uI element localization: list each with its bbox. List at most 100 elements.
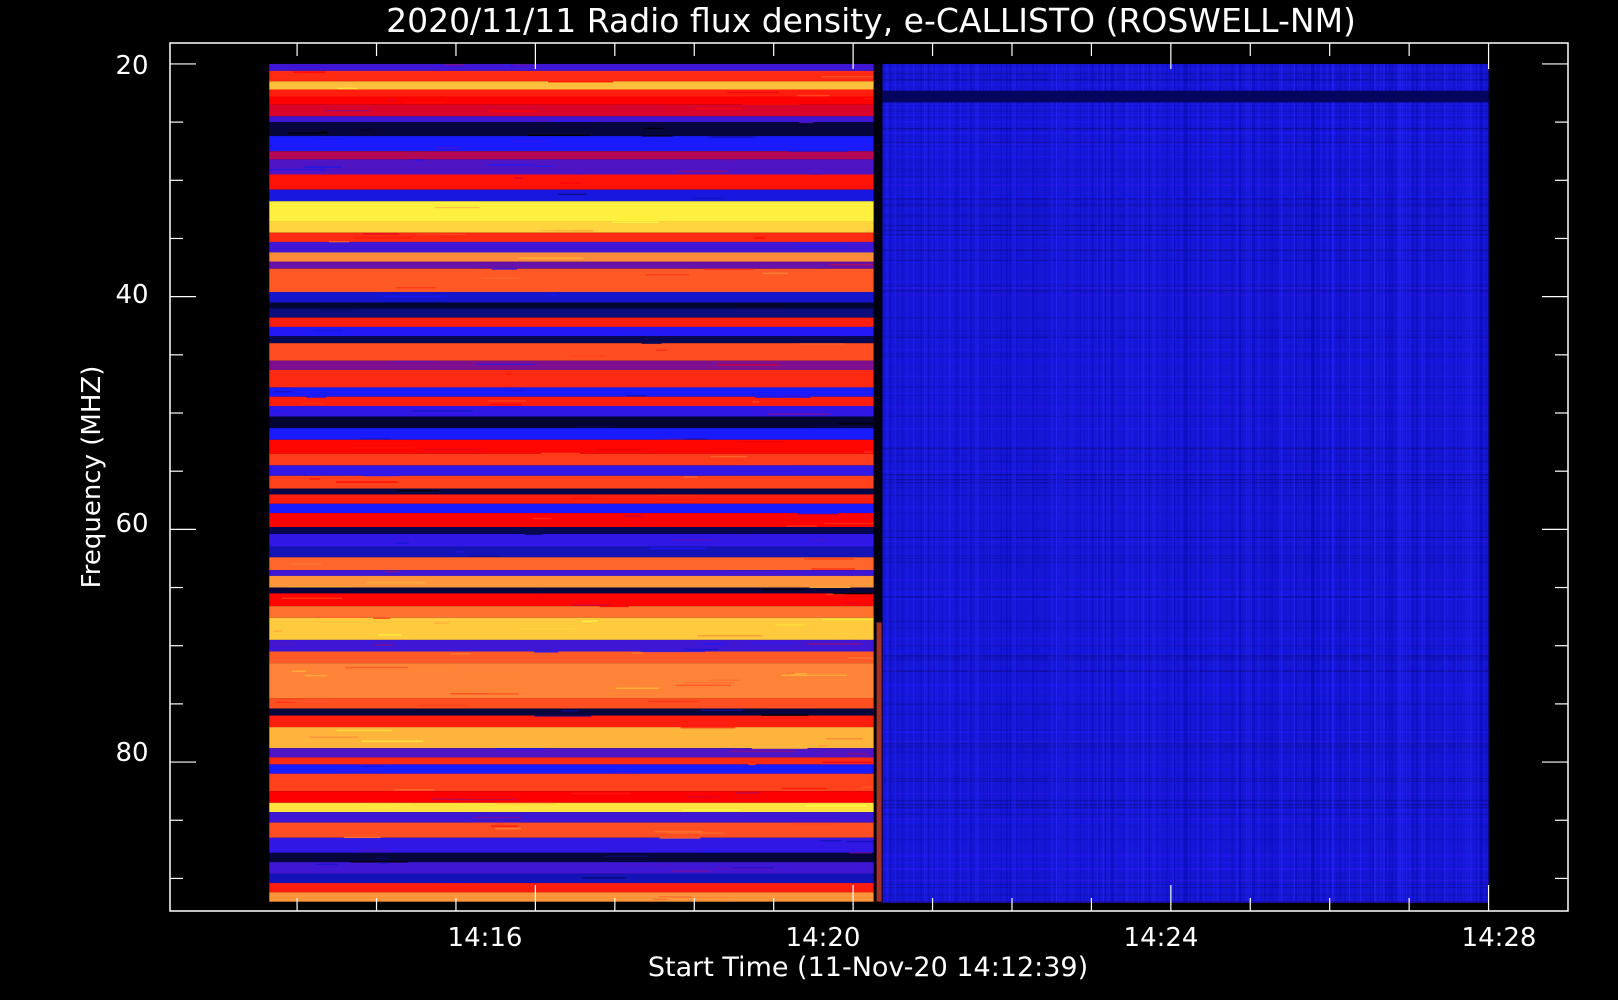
spectrogram-streak	[575, 595, 623, 597]
spectrogram-streak	[694, 107, 743, 110]
quiet-speckle	[1111, 63, 1114, 902]
quiet-speckle	[1372, 63, 1374, 902]
quiet-speckle	[969, 63, 971, 902]
spectrogram-streak	[291, 670, 306, 672]
spectrogram-streak	[352, 446, 415, 449]
spectrogram-streak	[435, 147, 460, 149]
quiet-speckle	[1051, 63, 1053, 902]
quiet-speckle	[1036, 63, 1038, 902]
quiet-speckle	[1281, 63, 1283, 902]
spectrogram-streak	[350, 861, 408, 863]
quiet-speckle	[976, 63, 978, 902]
quiet-speckle	[891, 63, 893, 902]
spectrogram-streak	[534, 165, 553, 168]
quiet-speckle	[1239, 63, 1241, 902]
quiet-speckle	[1072, 63, 1074, 902]
spectrogram-streak	[271, 163, 332, 165]
quiet-speckle	[1166, 63, 1168, 902]
spectrogram-streak	[758, 709, 817, 711]
quiet-speckle	[1428, 63, 1430, 902]
quiet-speckle	[1311, 63, 1313, 902]
x-tick-label: 14:20	[786, 923, 861, 953]
spectrogram-band	[269, 764, 876, 774]
spectrogram-streak	[524, 533, 543, 536]
spectrogram-streak	[514, 177, 523, 179]
spectrogram-band	[269, 241, 876, 253]
spectrogram-streak	[762, 272, 788, 275]
spectrogram-streak	[631, 652, 644, 654]
spectrogram-streak	[273, 390, 293, 393]
spectrogram-streak	[273, 630, 282, 632]
spectrogram-streak	[359, 437, 390, 440]
spectrogram-band	[269, 252, 876, 262]
quiet-speckle	[1424, 63, 1426, 902]
spectrogram-streak	[489, 110, 538, 112]
spectrogram-band	[269, 159, 876, 175]
spectrogram-streak	[753, 237, 766, 239]
spectrogram-streak	[382, 295, 447, 298]
quiet-speckle	[1277, 63, 1279, 902]
spectrogram-streak	[797, 245, 846, 247]
spectrogram-streak	[527, 134, 590, 136]
quiet-speckle	[1203, 63, 1205, 902]
quiet-speckle	[1104, 63, 1106, 902]
quiet-speckle	[1480, 63, 1482, 902]
spectrogram-streak	[698, 851, 720, 853]
quiet-speckle	[1174, 63, 1176, 902]
quiet-speckle	[1126, 63, 1128, 902]
quiet-speckle	[1385, 63, 1387, 902]
spectrogram-streak	[786, 525, 817, 527]
spectrogram-streak	[336, 87, 358, 90]
quiet-speckle	[1236, 63, 1239, 902]
quiet-speckle	[920, 63, 922, 902]
spectrogram-band	[269, 136, 876, 152]
spectrogram-band	[269, 812, 876, 823]
spectrogram-streak	[723, 159, 735, 162]
spectrogram-streak	[818, 744, 828, 747]
spectrogram-band	[269, 122, 876, 137]
spectrogram-streak	[749, 642, 796, 644]
quiet-speckle	[1123, 63, 1125, 902]
spectrogram-streak	[309, 478, 321, 480]
quiet-speckle	[979, 63, 981, 902]
spectrogram-figure: 2020/11/11 Radio flux density, e-CALLIST…	[77, 1, 1569, 983]
quiet-speckle	[1081, 63, 1084, 902]
quiet-speckle	[1257, 63, 1260, 902]
spectrogram-streak	[680, 727, 736, 729]
spectrogram-streak	[395, 542, 409, 544]
spectrogram-streak	[490, 403, 522, 406]
spectrogram-band	[269, 593, 876, 607]
spectrogram-streak	[662, 438, 685, 440]
spectrogram-streak	[778, 394, 807, 397]
spectrogram-streak	[405, 101, 447, 104]
quiet-speckle	[1013, 63, 1016, 902]
spectrogram-streak	[416, 233, 451, 235]
quiet-speckle	[1437, 63, 1439, 902]
quiet-speckle	[1044, 63, 1046, 902]
quiet-speckle	[978, 63, 980, 902]
quiet-speckle	[902, 63, 904, 902]
quiet-speckle	[1474, 63, 1476, 902]
spectrogram-band	[269, 336, 876, 344]
spectrogram-band	[269, 189, 876, 202]
spectrogram-streak	[794, 753, 848, 755]
quiet-speckle	[1348, 63, 1351, 902]
spectrogram-streak	[320, 131, 328, 133]
y-tick-label: 20	[115, 51, 148, 81]
quiet-speckle	[933, 63, 936, 902]
spectrogram-streak	[293, 71, 326, 73]
spectrogram-streak	[672, 539, 717, 541]
quiet-speckle	[1032, 63, 1035, 902]
spectrogram-streak	[811, 568, 855, 570]
spectrogram-streak	[455, 551, 463, 553]
spectrogram-streak	[336, 729, 392, 732]
quiet-speckle	[1110, 63, 1112, 902]
quiet-speckle	[1383, 63, 1385, 902]
spectrogram-streak	[804, 558, 854, 560]
spectrogram-streak	[325, 110, 370, 112]
spectrogram-band	[269, 96, 876, 105]
spectrogram-streak	[799, 343, 845, 345]
spectrogram-streak	[540, 452, 580, 455]
quiet-speckle	[1331, 63, 1333, 902]
quiet-speckle	[1180, 63, 1182, 902]
